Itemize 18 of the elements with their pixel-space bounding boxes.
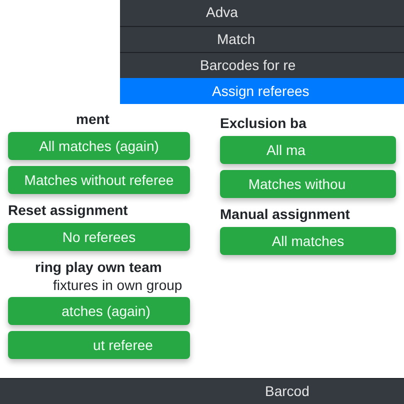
nav-item[interactable]: Assign referees: [120, 78, 404, 104]
section-heading: Exclusion ba: [220, 115, 306, 131]
action-button[interactable]: No referees: [8, 223, 190, 251]
action-button[interactable]: All matches: [220, 227, 396, 255]
section-heading: ring play own team: [35, 259, 162, 275]
action-button[interactable]: All ma: [220, 136, 396, 164]
section-heading: Manual assignment: [220, 206, 350, 222]
action-button[interactable]: ut referee: [8, 331, 190, 359]
nav-item[interactable]: Match: [120, 26, 404, 52]
nav-item[interactable]: Adva: [120, 0, 404, 26]
section-heading: Reset assignment: [8, 202, 128, 218]
action-button[interactable]: Matches without referee: [8, 166, 190, 194]
action-button[interactable]: atches (again): [8, 297, 190, 325]
section-heading: ment: [76, 111, 110, 127]
nav-item[interactable]: Barcod: [0, 378, 404, 404]
action-button[interactable]: All matches (again): [8, 132, 190, 160]
section-description: fixtures in own group: [53, 277, 182, 293]
action-button[interactable]: Matches withou: [220, 170, 396, 198]
